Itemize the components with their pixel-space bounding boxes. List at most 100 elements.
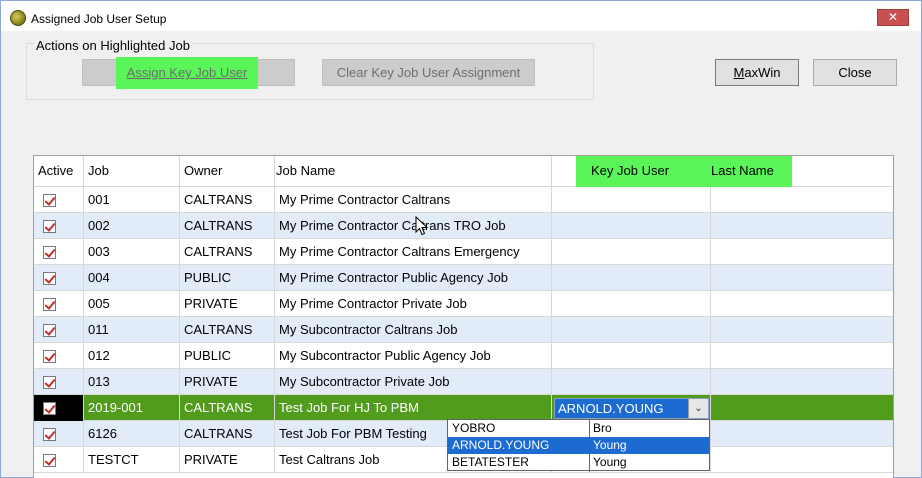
active-cell[interactable]: [34, 395, 84, 421]
owner-cell[interactable]: PRIVATE: [180, 369, 275, 395]
job-cell[interactable]: TESTCT: [84, 447, 180, 473]
job-cell[interactable]: 2019-001: [84, 395, 180, 421]
clear-key-job-user-button[interactable]: Clear Key Job User Assignment: [322, 59, 535, 86]
job-cell[interactable]: 002: [84, 213, 180, 239]
job-cell[interactable]: 005: [84, 291, 180, 317]
assign-key-job-user-label[interactable]: Assign Key Job User: [116, 59, 258, 86]
table-row[interactable]: 013 PRIVATE My Subcontractor Private Job: [34, 369, 893, 395]
last-name-cell[interactable]: [711, 213, 893, 239]
owner-cell[interactable]: CALTRANS: [180, 213, 275, 239]
job-name-cell[interactable]: My Prime Contractor Public Agency Job: [275, 265, 552, 291]
table-row[interactable]: 2019-001 CALTRANS Test Job For HJ To PBM AR…: [34, 395, 893, 421]
window-close-icon[interactable]: ✕: [877, 9, 909, 26]
owner-cell[interactable]: PUBLIC: [180, 343, 275, 369]
active-checkbox[interactable]: [43, 194, 56, 207]
owner-cell[interactable]: PRIVATE: [180, 291, 275, 317]
table-row[interactable]: 002 CALTRANS My Prime Contractor Caltrans …: [34, 213, 893, 239]
key-user-combobox[interactable]: ARNOLD.YOUNG ⌄: [554, 398, 709, 419]
job-cell[interactable]: 013: [84, 369, 180, 395]
last-name-cell[interactable]: [711, 395, 893, 421]
active-cell[interactable]: [34, 317, 84, 343]
table-row[interactable]: 011 CALTRANS My Subcontractor Caltrans Job: [34, 317, 893, 343]
maxwin-button[interactable]: MaxWin: [715, 59, 799, 86]
job-cell[interactable]: 012: [84, 343, 180, 369]
active-cell[interactable]: [34, 265, 84, 291]
key-job-user-cell[interactable]: [552, 343, 711, 369]
header-job[interactable]: Job: [84, 156, 180, 186]
active-checkbox[interactable]: [43, 376, 56, 389]
dropdown-option-last-name: Bro: [593, 421, 612, 435]
key-job-user-cell[interactable]: [552, 265, 711, 291]
key-job-user-cell[interactable]: ARNOLD.YOUNG ⌄: [552, 395, 711, 421]
active-cell[interactable]: [34, 187, 84, 213]
active-cell[interactable]: [34, 421, 84, 447]
owner-cell[interactable]: PUBLIC: [180, 265, 275, 291]
last-name-cell[interactable]: [711, 265, 893, 291]
header-last-name: Last Name: [711, 163, 774, 178]
last-name-cell[interactable]: [711, 369, 893, 395]
active-checkbox[interactable]: [43, 246, 56, 259]
job-name-cell[interactable]: My Subcontractor Private Job: [275, 369, 552, 395]
active-cell[interactable]: [34, 213, 84, 239]
key-job-user-cell[interactable]: [552, 239, 711, 265]
active-cell[interactable]: [34, 291, 84, 317]
active-checkbox[interactable]: [43, 454, 56, 467]
active-checkbox[interactable]: [43, 298, 56, 311]
job-name-cell[interactable]: My Subcontractor Public Agency Job: [275, 343, 552, 369]
owner-cell[interactable]: CALTRANS: [180, 317, 275, 343]
job-name-cell[interactable]: My Prime Contractor Private Job: [275, 291, 552, 317]
dropdown-option[interactable]: ARNOLD.YOUNG Young: [448, 437, 709, 454]
last-name-cell[interactable]: [711, 291, 893, 317]
close-button[interactable]: Close: [813, 59, 897, 86]
header-active[interactable]: Active: [34, 156, 84, 186]
table-row[interactable]: 001 CALTRANS My Prime Contractor Caltrans: [34, 187, 893, 213]
header-job-name[interactable]: Job Name: [275, 156, 552, 186]
table-row[interactable]: 003 CALTRANS My Prime Contractor Caltrans …: [34, 239, 893, 265]
key-user-dropdown-list[interactable]: YOBRO Bro ARNOLD.YOUNG Young BETATESTER Young: [447, 419, 710, 472]
job-name-cell[interactable]: My Prime Contractor Caltrans TRO Job: [275, 213, 552, 239]
owner-cell[interactable]: CALTRANS: [180, 395, 275, 421]
job-name-cell[interactable]: My Subcontractor Caltrans Job: [275, 317, 552, 343]
last-name-cell[interactable]: [711, 447, 893, 473]
active-checkbox[interactable]: [43, 402, 56, 415]
job-cell[interactable]: 011: [84, 317, 180, 343]
active-cell[interactable]: [34, 369, 84, 395]
job-cell[interactable]: 004: [84, 265, 180, 291]
table-row[interactable]: 004 PUBLIC My Prime Contractor Public Agen…: [34, 265, 893, 291]
table-row[interactable]: 005 PRIVATE My Prime Contractor Private Jo…: [34, 291, 893, 317]
chevron-down-icon[interactable]: ⌄: [688, 399, 708, 418]
job-name-cell[interactable]: Test Job For HJ To PBM: [275, 395, 552, 421]
header-owner[interactable]: Owner: [180, 156, 275, 186]
last-name-cell[interactable]: [711, 343, 893, 369]
active-checkbox[interactable]: [43, 350, 56, 363]
last-name-cell[interactable]: [711, 317, 893, 343]
active-cell[interactable]: [34, 343, 84, 369]
dropdown-option[interactable]: YOBRO Bro: [448, 420, 709, 437]
key-job-user-cell[interactable]: [552, 213, 711, 239]
job-cell[interactable]: 001: [84, 187, 180, 213]
key-job-user-cell[interactable]: [552, 317, 711, 343]
last-name-cell[interactable]: [711, 239, 893, 265]
active-cell[interactable]: [34, 239, 84, 265]
table-row[interactable]: 012 PUBLIC My Subcontractor Public Agency …: [34, 343, 893, 369]
job-cell[interactable]: 003: [84, 239, 180, 265]
owner-cell[interactable]: CALTRANS: [180, 239, 275, 265]
owner-cell[interactable]: PRIVATE: [180, 447, 275, 473]
key-job-user-cell[interactable]: [552, 291, 711, 317]
key-job-user-cell[interactable]: [552, 369, 711, 395]
active-checkbox[interactable]: [43, 220, 56, 233]
last-name-cell[interactable]: [711, 421, 893, 447]
active-checkbox[interactable]: [43, 324, 56, 337]
key-job-user-cell[interactable]: [552, 187, 711, 213]
active-checkbox[interactable]: [43, 272, 56, 285]
last-name-cell[interactable]: [711, 187, 893, 213]
job-cell[interactable]: 6126: [84, 421, 180, 447]
dropdown-option[interactable]: BETATESTER Young: [448, 454, 709, 471]
app-icon: [10, 10, 26, 26]
active-cell[interactable]: [34, 447, 84, 473]
owner-cell[interactable]: CALTRANS: [180, 187, 275, 213]
owner-cell[interactable]: CALTRANS: [180, 421, 275, 447]
active-checkbox[interactable]: [43, 428, 56, 441]
job-name-cell[interactable]: My Prime Contractor Caltrans: [275, 187, 552, 213]
job-name-cell[interactable]: My Prime Contractor Caltrans Emergency: [275, 239, 552, 265]
